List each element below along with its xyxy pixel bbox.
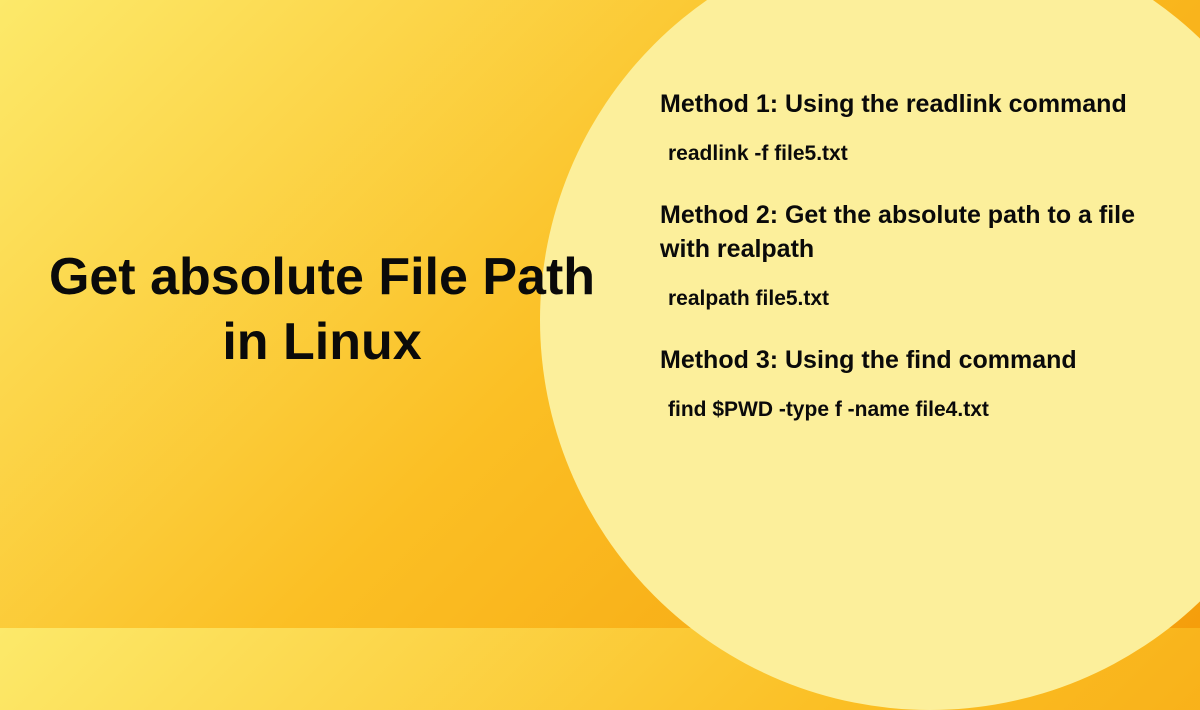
method-1-heading: Method 1: Using the readlink command (660, 88, 1160, 122)
method-1-command: readlink -f file5.txt (660, 140, 1160, 167)
method-1: Method 1: Using the readlink command rea… (660, 88, 1160, 167)
method-3-command: find $PWD -type f -name file4.txt (660, 396, 1160, 423)
method-3-heading: Method 3: Using the find command (660, 344, 1160, 378)
methods-list: Method 1: Using the readlink command rea… (660, 88, 1160, 455)
method-2: Method 2: Get the absolute path to a fil… (660, 199, 1160, 312)
method-2-command: realpath file5.txt (660, 285, 1160, 312)
page-title: Get absolute File Path in Linux (22, 245, 622, 375)
method-2-heading: Method 2: Get the absolute path to a fil… (660, 199, 1160, 267)
method-3: Method 3: Using the find command find $P… (660, 344, 1160, 423)
